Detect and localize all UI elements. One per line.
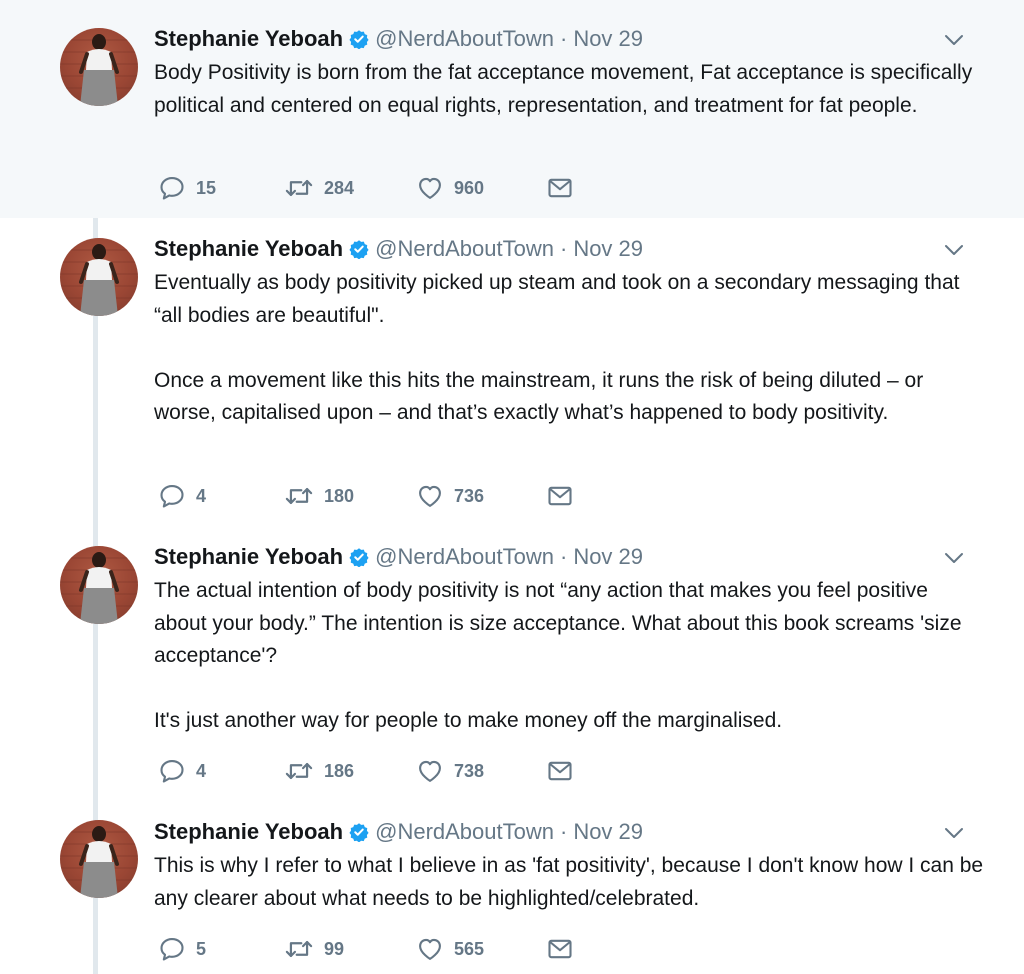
avatar[interactable] (60, 546, 138, 624)
avatar[interactable] (60, 28, 138, 106)
like-count: 565 (454, 938, 485, 959)
retweet-icon (284, 174, 314, 202)
tweet-date[interactable]: Nov 29 (573, 544, 643, 570)
tweet-text: Eventually as body positivity picked up … (154, 267, 984, 430)
tweet-header: Stephanie Yeboah @NerdAboutTown · Nov 29 (154, 542, 643, 572)
tweet-paragraph: Body Positivity is born from the fat acc… (154, 61, 973, 117)
reply-button[interactable]: 15 (158, 173, 216, 203)
tweet-text: The actual intention of body positivity … (154, 575, 984, 738)
heart-icon (416, 935, 444, 963)
author-handle[interactable]: @NerdAboutTown (375, 236, 554, 262)
separator-dot: · (559, 26, 568, 51)
like-count: 960 (454, 177, 485, 198)
reply-icon (158, 757, 186, 785)
tweet-header: Stephanie Yeboah @NerdAboutTown · Nov 29 (154, 24, 643, 54)
reply-icon (158, 174, 186, 202)
envelope-icon (546, 482, 574, 510)
avatar-image (60, 552, 138, 624)
tweet-actions: 4 186 738 (154, 756, 614, 786)
tweet-text: Body Positivity is born from the fat acc… (154, 57, 984, 122)
tweet-date[interactable]: Nov 29 (573, 26, 643, 52)
tweet-header: Stephanie Yeboah @NerdAboutTown · Nov 29 (154, 234, 643, 264)
tweet-paragraph: It's just another way for people to make… (154, 709, 783, 732)
tweet-actions: 4 180 736 (154, 481, 614, 511)
avatar-image (60, 826, 138, 898)
reply-count: 4 (196, 485, 207, 506)
chevron-down-icon[interactable] (942, 546, 966, 570)
author-name[interactable]: Stephanie Yeboah (154, 236, 343, 262)
direct-message-button[interactable] (546, 934, 574, 964)
chevron-down-icon[interactable] (942, 238, 966, 262)
reply-count: 4 (196, 760, 207, 781)
tweet-actions: 15 284 960 (154, 173, 614, 203)
tweet-text: This is why I refer to what I believe in… (154, 850, 984, 915)
chevron-down-icon[interactable] (942, 28, 966, 52)
retweet-button[interactable]: 99 (284, 934, 344, 964)
tweet-date[interactable]: Nov 29 (573, 236, 643, 262)
reply-icon (158, 935, 186, 963)
heart-icon (416, 174, 444, 202)
author-handle[interactable]: @NerdAboutTown (375, 26, 554, 52)
retweet-count: 284 (324, 177, 355, 198)
tweet-thread: Stephanie Yeboah @NerdAboutTown · Nov 29 Bod… (0, 0, 1024, 974)
envelope-icon (546, 757, 574, 785)
verified-badge-icon (349, 239, 369, 259)
author-name[interactable]: Stephanie Yeboah (154, 819, 343, 845)
author-handle[interactable]: @NerdAboutTown (375, 819, 554, 845)
reply-button[interactable]: 5 (158, 934, 206, 964)
avatar[interactable] (60, 238, 138, 316)
like-count: 736 (454, 485, 485, 506)
envelope-icon (546, 935, 574, 963)
like-button[interactable]: 736 (416, 481, 484, 511)
author-handle[interactable]: @NerdAboutTown (375, 544, 554, 570)
retweet-icon (284, 482, 314, 510)
tweet-paragraph: This is why I refer to what I believe in… (154, 854, 984, 910)
author-name[interactable]: Stephanie Yeboah (154, 544, 343, 570)
reply-count: 15 (196, 177, 217, 198)
retweet-button[interactable]: 284 (284, 173, 354, 203)
tweet-header: Stephanie Yeboah @NerdAboutTown · Nov 29 (154, 817, 643, 847)
verified-badge-icon (349, 547, 369, 567)
retweet-button[interactable]: 186 (284, 756, 354, 786)
reply-icon (158, 482, 186, 510)
verified-badge-icon (349, 822, 369, 842)
avatar[interactable] (60, 820, 138, 898)
reply-button[interactable]: 4 (158, 756, 206, 786)
like-button[interactable]: 738 (416, 756, 484, 786)
reply-count: 5 (196, 938, 207, 959)
tweet-paragraph: The actual intention of body positivity … (154, 579, 962, 667)
tweet-paragraph: Eventually as body positivity picked up … (154, 271, 960, 327)
direct-message-button[interactable] (546, 756, 574, 786)
heart-icon (416, 757, 444, 785)
like-button[interactable]: 565 (416, 934, 484, 964)
tweet-date[interactable]: Nov 29 (573, 819, 643, 845)
retweet-icon (284, 757, 314, 785)
author-name[interactable]: Stephanie Yeboah (154, 26, 343, 52)
tweet-paragraph: Once a movement like this hits the mains… (154, 368, 924, 425)
direct-message-button[interactable] (546, 481, 574, 511)
avatar-image (60, 34, 138, 106)
direct-message-button[interactable] (546, 173, 574, 203)
envelope-icon (546, 174, 574, 202)
verified-badge-icon (349, 29, 369, 49)
chevron-down-icon[interactable] (942, 821, 966, 845)
retweet-button[interactable]: 180 (284, 481, 354, 511)
separator-dot: · (559, 544, 568, 569)
retweet-count: 180 (324, 485, 355, 506)
avatar-image (60, 244, 138, 316)
heart-icon (416, 482, 444, 510)
separator-dot: · (559, 819, 568, 844)
separator-dot: · (559, 236, 568, 261)
retweet-icon (284, 935, 314, 963)
retweet-count: 99 (324, 938, 345, 959)
like-count: 738 (454, 760, 485, 781)
like-button[interactable]: 960 (416, 173, 484, 203)
tweet-actions: 5 99 565 (154, 934, 614, 964)
retweet-count: 186 (324, 760, 355, 781)
reply-button[interactable]: 4 (158, 481, 206, 511)
